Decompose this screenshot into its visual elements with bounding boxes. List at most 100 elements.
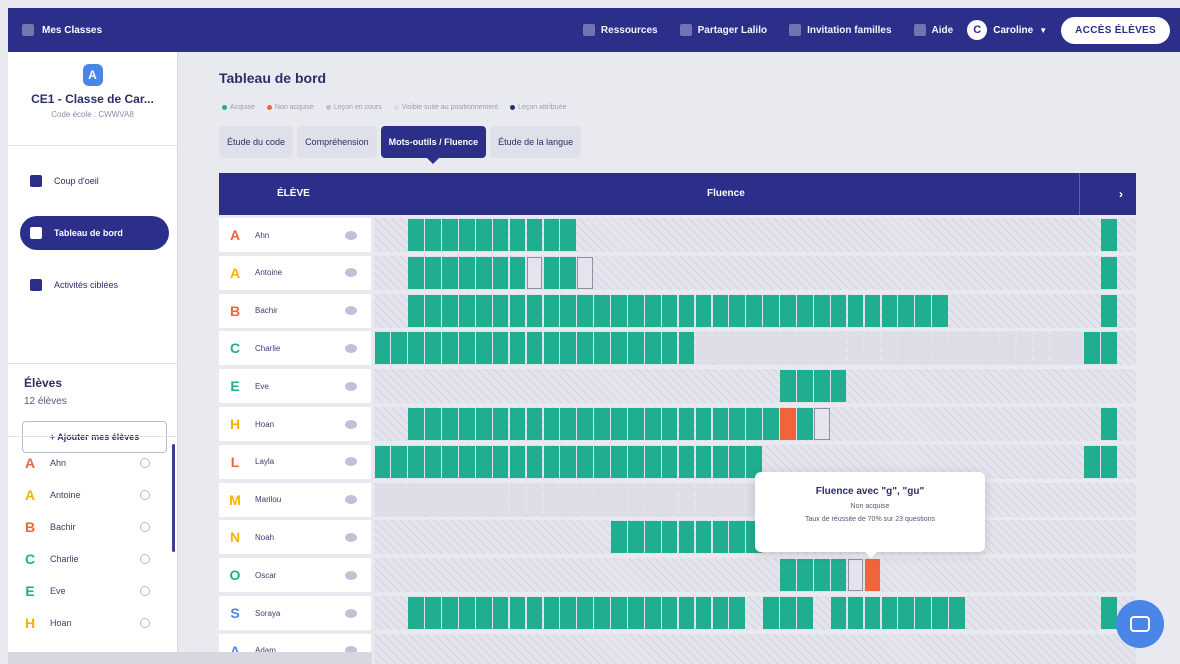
- sidebar-item-activites[interactable]: Activités ciblées: [20, 268, 169, 302]
- lesson-cell-acquired[interactable]: [644, 332, 661, 365]
- lesson-cell-acquired[interactable]: [611, 332, 627, 365]
- lesson-cell-visible[interactable]: [780, 332, 796, 365]
- class-selector[interactable]: A CE1 - Classe de Car... Code école : CW…: [8, 52, 177, 146]
- lesson-cell-acquired[interactable]: [442, 445, 458, 478]
- lesson-cell-visible[interactable]: [712, 483, 729, 516]
- lesson-cell-acquired[interactable]: [628, 332, 644, 365]
- lesson-cell-visible[interactable]: [391, 483, 408, 516]
- lesson-cell-acquired[interactable]: [442, 408, 458, 440]
- lesson-cell-acquired[interactable]: [374, 332, 391, 365]
- lesson-cell-acquired[interactable]: [695, 597, 712, 629]
- nav-aide[interactable]: Aide: [913, 24, 953, 36]
- lesson-cell-acquired[interactable]: [408, 332, 424, 365]
- lesson-cell-acquired[interactable]: [1084, 332, 1100, 365]
- lesson-cell-visible[interactable]: [644, 483, 661, 516]
- lesson-cell-acquired[interactable]: [881, 294, 898, 327]
- lesson-cell-acquired[interactable]: [678, 445, 695, 478]
- lesson-cell-acquired[interactable]: [661, 294, 678, 327]
- lesson-cell-acquired[interactable]: [813, 559, 830, 592]
- lesson-cell-acquired[interactable]: [475, 294, 492, 327]
- lesson-cell-visible[interactable]: [628, 483, 644, 516]
- lesson-cell-visible[interactable]: [797, 332, 813, 365]
- lesson-cell-acquired[interactable]: [475, 256, 492, 289]
- lesson-cell-acquired[interactable]: [644, 408, 661, 440]
- eye-icon[interactable]: [345, 532, 357, 542]
- lesson-cell-visible[interactable]: [746, 332, 762, 365]
- lesson-cell-acquired[interactable]: [661, 445, 678, 478]
- lesson-cell-visible[interactable]: [374, 483, 391, 516]
- lesson-cell-acquired[interactable]: [695, 521, 712, 554]
- acces-eleves-button[interactable]: ACCÈS ÉLÈVES: [1061, 16, 1170, 44]
- lesson-cell-acquired[interactable]: [830, 370, 847, 403]
- lesson-cell-acquired[interactable]: [577, 408, 593, 440]
- eye-icon[interactable]: [345, 268, 357, 278]
- student-cell[interactable]: A Ahn: [219, 218, 371, 252]
- lesson-cell-acquired[interactable]: [729, 294, 746, 327]
- lesson-cell-acquired[interactable]: [560, 294, 577, 327]
- lesson-cell-acquired[interactable]: [425, 445, 441, 478]
- lesson-cell-acquired[interactable]: [763, 597, 779, 629]
- lesson-cell-acquired[interactable]: [678, 597, 695, 629]
- lesson-cell-acquired[interactable]: [661, 332, 678, 365]
- lesson-cell-acquired[interactable]: [628, 521, 644, 554]
- eye-icon[interactable]: [345, 570, 357, 580]
- lesson-cell-acquired[interactable]: [797, 370, 813, 403]
- lesson-cell-visible[interactable]: [966, 332, 982, 365]
- lesson-cell-acquired[interactable]: [729, 597, 746, 629]
- tab-mots-outils-fluence[interactable]: Mots-outils / Fluence: [380, 126, 487, 164]
- lesson-cell-visible[interactable]: [1016, 332, 1033, 365]
- lesson-cell-acquired[interactable]: [459, 256, 475, 289]
- lesson-cell-acquired[interactable]: [830, 559, 847, 592]
- lesson-cell-acquired[interactable]: [611, 521, 627, 554]
- lesson-cell-visible[interactable]: [813, 332, 830, 365]
- eye-icon[interactable]: [345, 419, 357, 429]
- lesson-cell-acquired[interactable]: [594, 597, 610, 629]
- student-cell[interactable]: B Bachir: [219, 293, 371, 328]
- lesson-cell-current[interactable]: [847, 559, 864, 592]
- lesson-cell-acquired[interactable]: [1101, 445, 1117, 478]
- lesson-cell-acquired[interactable]: [442, 332, 458, 365]
- lesson-cell-acquired[interactable]: [611, 597, 627, 629]
- tab-etude-du-code[interactable]: Étude du code: [219, 126, 294, 158]
- lesson-cell-acquired[interactable]: [712, 294, 729, 327]
- student-cell[interactable]: N Noah: [219, 520, 371, 555]
- lesson-cell-acquired[interactable]: [847, 294, 864, 327]
- lesson-cell-acquired[interactable]: [475, 597, 492, 629]
- lesson-cell-acquired[interactable]: [915, 294, 931, 327]
- lesson-cell-acquired[interactable]: [864, 597, 881, 629]
- lesson-cell-visible[interactable]: [864, 332, 881, 365]
- lesson-cell-acquired[interactable]: [442, 219, 458, 251]
- lesson-cell-visible[interactable]: [999, 332, 1016, 365]
- lesson-cell-acquired[interactable]: [797, 294, 813, 327]
- lesson-cell-acquired[interactable]: [475, 445, 492, 478]
- lesson-cell-acquired[interactable]: [780, 559, 796, 592]
- lesson-cell-acquired[interactable]: [797, 408, 813, 440]
- lesson-cell-acquired[interactable]: [915, 597, 931, 629]
- lesson-cell-acquired[interactable]: [509, 597, 526, 629]
- lesson-cell-acquired[interactable]: [712, 521, 729, 554]
- lesson-cell-visible[interactable]: [442, 483, 458, 516]
- lesson-cell-acquired[interactable]: [560, 445, 577, 478]
- lesson-cell-acquired[interactable]: [864, 294, 881, 327]
- lesson-cell-acquired[interactable]: [543, 256, 560, 289]
- lesson-cell-acquired[interactable]: [661, 521, 678, 554]
- lesson-cell-acquired[interactable]: [560, 597, 577, 629]
- lesson-cell-acquired[interactable]: [847, 597, 864, 629]
- student-cell[interactable]: A Antoine: [219, 255, 371, 290]
- lesson-cell-acquired[interactable]: [813, 370, 830, 403]
- lesson-cell-acquired[interactable]: [932, 597, 948, 629]
- student-cell[interactable]: C Charlie: [219, 331, 371, 366]
- lesson-cell-acquired[interactable]: [391, 332, 408, 365]
- lesson-cell-acquired[interactable]: [881, 597, 898, 629]
- sidebar-student-item[interactable]: E Eve: [8, 575, 176, 607]
- lesson-cell-acquired[interactable]: [628, 445, 644, 478]
- lesson-cell-acquired[interactable]: [560, 408, 577, 440]
- lesson-cell-acquired[interactable]: [780, 370, 796, 403]
- lesson-cell-acquired[interactable]: [425, 256, 441, 289]
- lesson-cell-acquired[interactable]: [459, 445, 475, 478]
- lesson-cell-visible[interactable]: [577, 483, 593, 516]
- lesson-cell-acquired[interactable]: [408, 294, 424, 327]
- lesson-cell-acquired[interactable]: [1101, 256, 1117, 289]
- lesson-cell-acquired[interactable]: [577, 445, 593, 478]
- lesson-cell-acquired[interactable]: [898, 294, 915, 327]
